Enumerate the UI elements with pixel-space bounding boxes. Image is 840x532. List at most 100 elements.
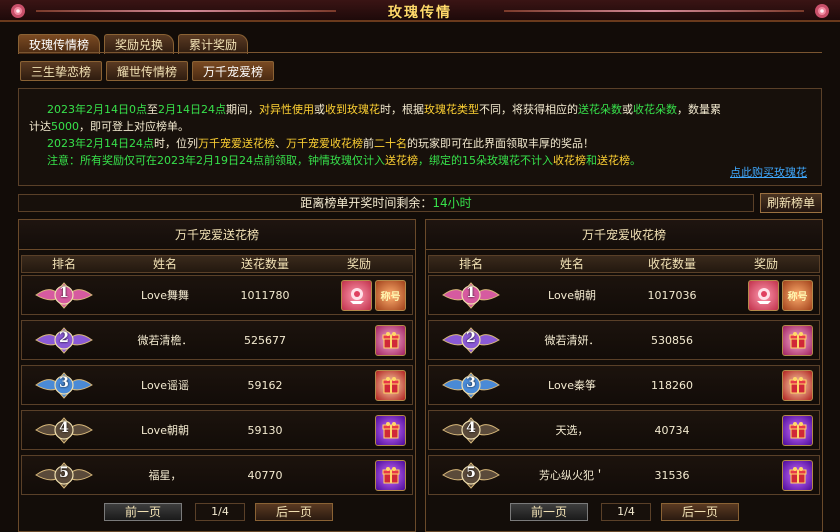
rank-number: 1 — [466, 285, 476, 301]
rose-reward-icon[interactable] — [748, 279, 779, 311]
player-name: Love朝朝 — [141, 424, 189, 437]
player-name: Love秦筝 — [548, 379, 596, 392]
countdown-value: 14小时 — [432, 196, 472, 210]
next-page-button[interactable]: 后一页 — [661, 503, 739, 521]
rank-badge-icon: 3 — [34, 370, 94, 400]
flower-count: 525677 — [244, 333, 286, 347]
flower-count: 59162 — [247, 378, 283, 392]
notice-text-segment: 至 — [147, 103, 158, 116]
tab-cumulative-reward[interactable]: 累计奖励 — [178, 34, 249, 54]
title-bar: 玫瑰传情 — [0, 0, 840, 22]
page-indicator: 1/4 — [601, 503, 651, 521]
header-name: 姓名 — [559, 257, 584, 271]
pager: 前一页 1/4 后一页 — [426, 503, 822, 521]
rank-number: 1 — [59, 285, 69, 301]
notice-text-segment: 和 — [586, 154, 597, 167]
notice-text-segment: 时，根据 — [380, 103, 424, 116]
tab-rose-ranking[interactable]: 玫瑰传情榜 — [18, 34, 101, 54]
rank-number: 3 — [59, 375, 69, 391]
notice-text-segment: 收花榜 — [553, 154, 586, 167]
notice-text-segment: 前领取，钟情玫瑰仅计入 — [264, 154, 385, 167]
header-count: 收花数量 — [647, 257, 696, 271]
player-name: 微若清妍． — [544, 334, 600, 347]
next-page-button[interactable]: 后一页 — [255, 503, 333, 521]
tab-dazzling[interactable]: 耀世传情榜 — [106, 61, 189, 81]
flower-count: 31536 — [654, 468, 690, 482]
player-name: 天选， — [555, 424, 589, 437]
buy-roses-link[interactable]: 点此购买玫瑰花 — [730, 164, 807, 181]
gift-reward-icon[interactable] — [375, 414, 406, 446]
tab-reward-exchange[interactable]: 奖励兑换 — [104, 34, 175, 54]
rank-badge-icon: 2 — [441, 325, 501, 355]
rank-number: 4 — [466, 420, 476, 436]
rank-cell: 2 — [429, 325, 513, 355]
player-name: 微若清檐． — [137, 334, 193, 347]
rank-badge-icon: 1 — [441, 280, 501, 310]
notice-text-segment: 2023年2月14日24点 — [47, 137, 154, 150]
gift-reward-icon[interactable] — [782, 414, 813, 446]
notice-text-segment: 送花榜 — [385, 154, 418, 167]
reward-cell — [306, 414, 412, 446]
title-reward-icon[interactable]: 称号 — [375, 279, 406, 311]
notice-text-segment: 。 — [630, 154, 641, 167]
notice-text-segment: 、 — [275, 137, 286, 150]
tab-adored[interactable]: 万千宠爱榜 — [192, 61, 275, 81]
rank-cell: 1 — [429, 280, 513, 310]
gift-reward-icon[interactable] — [375, 324, 406, 356]
table-row: 5 福星， 40770 — [21, 455, 413, 495]
rank-cell: 4 — [22, 415, 106, 445]
reward-cell — [713, 459, 819, 491]
pager: 前一页 1/4 后一页 — [19, 503, 415, 521]
notice-text-segment: 对异性使用 — [259, 103, 314, 116]
panel-title: 万千宠爱收花榜 — [426, 220, 822, 250]
rank-badge-icon: 4 — [34, 415, 94, 445]
table-row: 5 芳心纵火犯＇ 31536 — [428, 455, 820, 495]
header-count: 送花数量 — [240, 257, 289, 271]
rose-reward-icon[interactable] — [341, 279, 372, 311]
reward-cell: 称号 — [713, 279, 819, 311]
reward-cell — [713, 369, 819, 401]
notice-text-segment: 2023年2月14日0点 — [47, 103, 147, 116]
rank-number: 2 — [466, 330, 476, 346]
notice-text-segment: 2月14日24点 — [158, 103, 226, 116]
gift-reward-icon[interactable] — [375, 369, 406, 401]
table-header: 排名 姓名 收花数量 奖励 — [428, 255, 820, 273]
notice-text-segment: 的玩家即可在此界面领取丰厚的奖品！ — [407, 137, 594, 150]
notice-text-segment: 收到玫瑰花 — [325, 103, 380, 116]
notice-text-segment: 计达 — [29, 120, 51, 133]
tab-three-lives[interactable]: 三生挚恋榜 — [20, 61, 103, 81]
notice-text-segment: 2023年2月19日24点 — [157, 154, 264, 167]
notice-text-segment: 送花朵数 — [578, 103, 622, 116]
reward-cell: 称号 — [306, 279, 412, 311]
prev-page-button[interactable]: 前一页 — [510, 503, 588, 521]
notice-text-segment: 或 — [622, 103, 633, 116]
table-row: 2 微若清檐． 525677 — [21, 320, 413, 360]
tab-divider — [18, 52, 822, 53]
gift-reward-icon[interactable] — [782, 324, 813, 356]
flower-count: 1011780 — [240, 288, 290, 302]
notice-line-4: 注意：所有奖励仅可在2023年2月19日24点前领取，钟情玫瑰仅计入送花榜，绑定… — [29, 152, 811, 169]
flower-count: 40770 — [247, 468, 283, 482]
rank-cell: 1 — [22, 280, 106, 310]
reward-cell — [713, 414, 819, 446]
rank-cell: 5 — [22, 460, 106, 490]
gift-reward-icon[interactable] — [375, 459, 406, 491]
player-name: 芳心纵火犯＇ — [539, 469, 605, 482]
reward-cell — [713, 324, 819, 356]
notice-line-2: 计达5000，即可登上对应榜单。 — [29, 118, 811, 135]
gift-reward-icon[interactable] — [782, 459, 813, 491]
prev-page-button[interactable]: 前一页 — [104, 503, 182, 521]
reward-cell — [306, 369, 412, 401]
window-title: 玫瑰传情 — [388, 5, 452, 21]
refresh-ranking-button[interactable]: 刷新榜单 — [760, 193, 822, 213]
event-notice: 2023年2月14日0点至2月14日24点期间，对异性使用或收到玫瑰花时，根据玫… — [18, 88, 822, 186]
title-reward-icon[interactable]: 称号 — [782, 279, 813, 311]
table-row: 4 Love朝朝 59130 — [21, 410, 413, 450]
table-row: 2 微若清妍． 530856 — [428, 320, 820, 360]
rank-badge-icon: 1 — [34, 280, 94, 310]
reward-cell — [306, 324, 412, 356]
rank-number: 5 — [59, 465, 69, 481]
table-header: 排名 姓名 送花数量 奖励 — [21, 255, 413, 273]
notice-text-segment: 不同，将获得相应的 — [479, 103, 578, 116]
gift-reward-icon[interactable] — [782, 369, 813, 401]
